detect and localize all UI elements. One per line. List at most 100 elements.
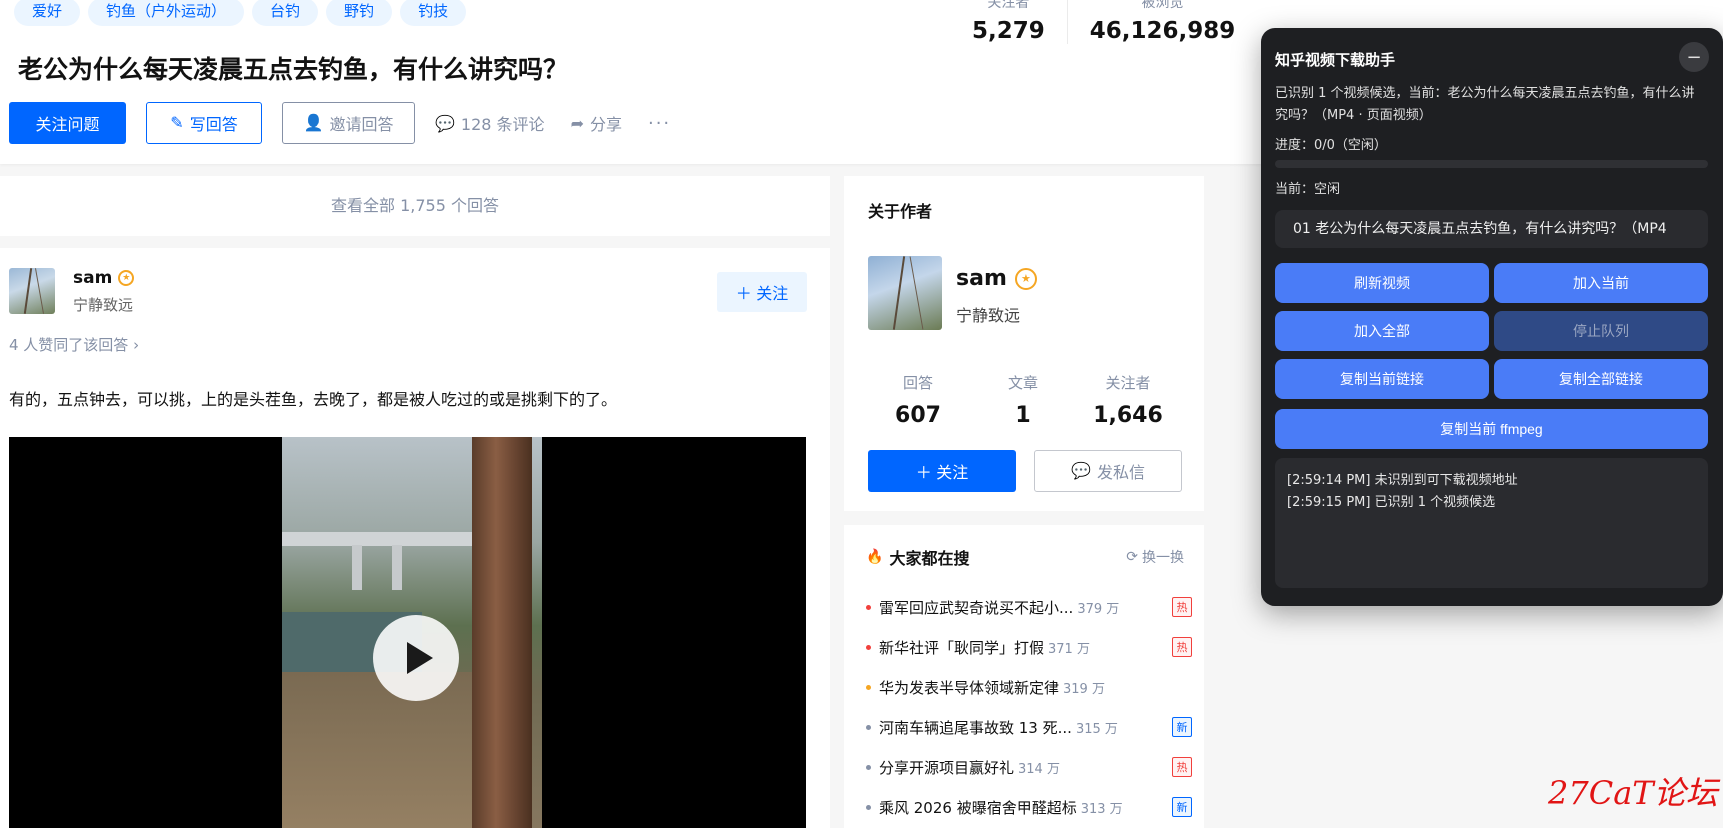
progress-bar (1275, 160, 1708, 168)
hot-search-text: 华为发表半导体领域新定律 (879, 678, 1060, 697)
author-info: sam ★ 宁静致远 (73, 268, 135, 315)
copy-current-link-button[interactable]: 复制当前链接 (1275, 359, 1489, 399)
topic-tag[interactable]: 野钓 (326, 0, 393, 26)
view-all-answers-link[interactable]: 查看全部 1,755 个回答 (0, 176, 830, 236)
thumbnail-ground (282, 672, 482, 828)
pencil-icon: ✎ (170, 115, 184, 132)
hot-search-item[interactable]: 雷军回应武契奇说买不起小... 379 万 热 (866, 587, 1192, 627)
video-select[interactable]: 01 老公为什么每天凌晨五点去钓鱼，有什么讲究吗？（MP4 (1275, 210, 1708, 248)
bullet-dot (866, 804, 871, 810)
stat-label: 文章 (1007, 374, 1038, 392)
about-author-title: 关于作者 (868, 202, 933, 221)
hot-search-text: 乘风 2026 被曝宿舍甲醛超标 (879, 798, 1077, 817)
bullet-dot (866, 644, 871, 650)
send-message-label: 发私信 (1096, 465, 1145, 482)
answers-stat[interactable]: 回答 607 (868, 372, 968, 428)
topic-tag[interactable]: 钓鱼（户外运动） (88, 0, 245, 26)
hot-search-item[interactable]: 乘风 2026 被曝宿舍甲醛超标 313 万 新 (866, 787, 1192, 827)
question-actions: 关注问题 ✎ 写回答 👤 邀请回答 💬 128 条评论 ➦ 分享 ··· (9, 102, 671, 144)
avatar[interactable] (9, 268, 55, 314)
log-area: [2:59:14 PM] 未识别到可下载视频地址 [2:59:15 PM] 已识… (1275, 458, 1708, 588)
progress-text: 进度：0/0（空闲） (1275, 138, 1387, 153)
creator-badge-icon: ★ (118, 270, 135, 286)
hot-search-item[interactable]: 新华社评「耿同学」打假 371 万 热 (866, 627, 1192, 667)
answer-author: sam ★ 宁静致远 (9, 268, 135, 315)
add-current-button[interactable]: 加入当前 (1494, 263, 1708, 303)
comment-icon: 💬 (435, 113, 455, 133)
agree-count[interactable]: 4 人赞同了该回答 › (9, 334, 139, 355)
follow-label: 关注 (756, 286, 789, 303)
followers-stat[interactable]: 关注者 5,279 (950, 0, 1068, 44)
author-name[interactable]: sam ★ (73, 268, 135, 288)
follow-author-button[interactable]: ＋ 关注 (717, 272, 807, 312)
hot-search-heat: 313 万 (1080, 801, 1123, 817)
panel-description: 已识别 1 个视频候选，当前：老公为什么每天凌晨五点去钓鱼，有什么讲究吗？（MP… (1275, 86, 1695, 123)
hot-search-heat: 379 万 (1077, 601, 1120, 617)
play-icon (407, 642, 433, 674)
views-label: 被浏览 (1141, 0, 1184, 11)
stop-queue-button[interactable]: 停止队列 (1494, 311, 1708, 351)
hot-search-card: 🔥 大家都在搜 ⟳ 换一换 雷军回应武契奇说买不起小... 379 万热新华社评「… (844, 525, 1204, 828)
send-message-button[interactable]: 💬 发私信 (1034, 450, 1182, 492)
play-button[interactable] (373, 615, 459, 701)
plus-icon: ＋ (915, 465, 932, 482)
stat-value: 607 (895, 403, 941, 428)
stat-value: 1,646 (1093, 403, 1163, 428)
write-answer-label: 写回答 (189, 117, 238, 134)
followers-stat[interactable]: 关注者 1,646 (1078, 372, 1178, 428)
hot-search-item[interactable]: 分享开源项目赢好礼 314 万 热 (866, 747, 1192, 787)
hot-search-text: 新华社评「耿同学」打假 (879, 638, 1045, 657)
question-stats: 关注者 5,279 被浏览 46,126,989 (950, 0, 1257, 44)
write-answer-button[interactable]: ✎ 写回答 (146, 102, 262, 144)
user-plus-icon: 👤 (303, 115, 324, 132)
invite-answer-button[interactable]: 👤 邀请回答 (282, 102, 415, 144)
creator-badge-icon: ★ (1014, 267, 1037, 290)
about-author-stats: 回答 607 文章 1 关注者 1,646 (868, 372, 1178, 428)
log-line: [2:59:14 PM] 未识别到可下载视频地址 (1287, 473, 1518, 488)
bullet-dot (866, 684, 871, 690)
hot-search-title-text: 大家都在搜 (889, 549, 970, 568)
share-button[interactable]: ➦ 分享 (571, 111, 622, 135)
copy-ffmpeg-button[interactable]: 复制当前 ffmpeg (1275, 409, 1708, 449)
hot-search-item[interactable]: 华为发表半导体领域新定律 319 万 (866, 667, 1192, 707)
more-button[interactable]: ··· (648, 113, 671, 134)
copy-all-links-button[interactable]: 复制全部链接 (1494, 359, 1708, 399)
refresh-video-button[interactable]: 刷新视频 (1275, 263, 1489, 303)
articles-stat[interactable]: 文章 1 (973, 372, 1073, 428)
about-author-name[interactable]: sam ★ (956, 266, 1037, 291)
hot-search-item[interactable]: 河南车辆追尾事故致 13 死... 315 万 新 (866, 707, 1192, 747)
hot-search-text: 分享开源项目赢好礼 (879, 758, 1015, 777)
share-arrow-icon: ➦ (570, 113, 584, 133)
bullet-dot (866, 604, 871, 610)
comments-button[interactable]: 💬 128 条评论 (435, 111, 545, 135)
hot-badge: 热 (1172, 597, 1192, 617)
hot-search-heat: 315 万 (1075, 721, 1118, 737)
hot-search-title: 🔥 大家都在搜 (866, 545, 969, 569)
followers-count: 5,279 (972, 18, 1045, 44)
topic-list: 爱好 钓鱼（户外运动） 台钓 野钓 钓技 (14, 0, 467, 26)
video-download-helper-panel: 知乎视频下载助手 − 已识别 1 个视频候选，当前：老公为什么每天凌晨五点去钓鱼… (1261, 28, 1723, 606)
bullet-dot (866, 724, 871, 730)
about-author-bio: 宁静致远 (956, 306, 1021, 325)
minimize-button[interactable]: − (1679, 42, 1709, 72)
chat-bubble-icon: 💬 (1071, 463, 1091, 480)
invite-answer-label: 邀请回答 (329, 117, 394, 134)
hot-search-heat: 371 万 (1048, 641, 1090, 657)
about-follow-button[interactable]: ＋ 关注 (868, 450, 1016, 492)
refresh-hot-button[interactable]: ⟳ 换一换 (1126, 547, 1184, 567)
followers-label: 关注者 (987, 0, 1030, 11)
avatar[interactable] (868, 256, 942, 330)
topic-tag[interactable]: 钓技 (400, 0, 467, 26)
current-status: 当前：空闲 (1275, 182, 1341, 197)
hot-badge: 热 (1172, 757, 1192, 777)
stat-label: 回答 (902, 374, 933, 392)
hot-search-text: 河南车辆追尾事故致 13 死... (879, 718, 1072, 737)
follow-question-button[interactable]: 关注问题 (9, 102, 126, 144)
share-label: 分享 (589, 115, 622, 134)
add-all-button[interactable]: 加入全部 (1275, 311, 1489, 351)
topic-tag[interactable]: 爱好 (14, 0, 81, 26)
refresh-icon: ⟳ (1126, 549, 1138, 565)
video-player[interactable] (9, 437, 806, 828)
topic-tag[interactable]: 台钓 (252, 0, 319, 26)
author-bio: 宁静致远 (73, 296, 134, 314)
